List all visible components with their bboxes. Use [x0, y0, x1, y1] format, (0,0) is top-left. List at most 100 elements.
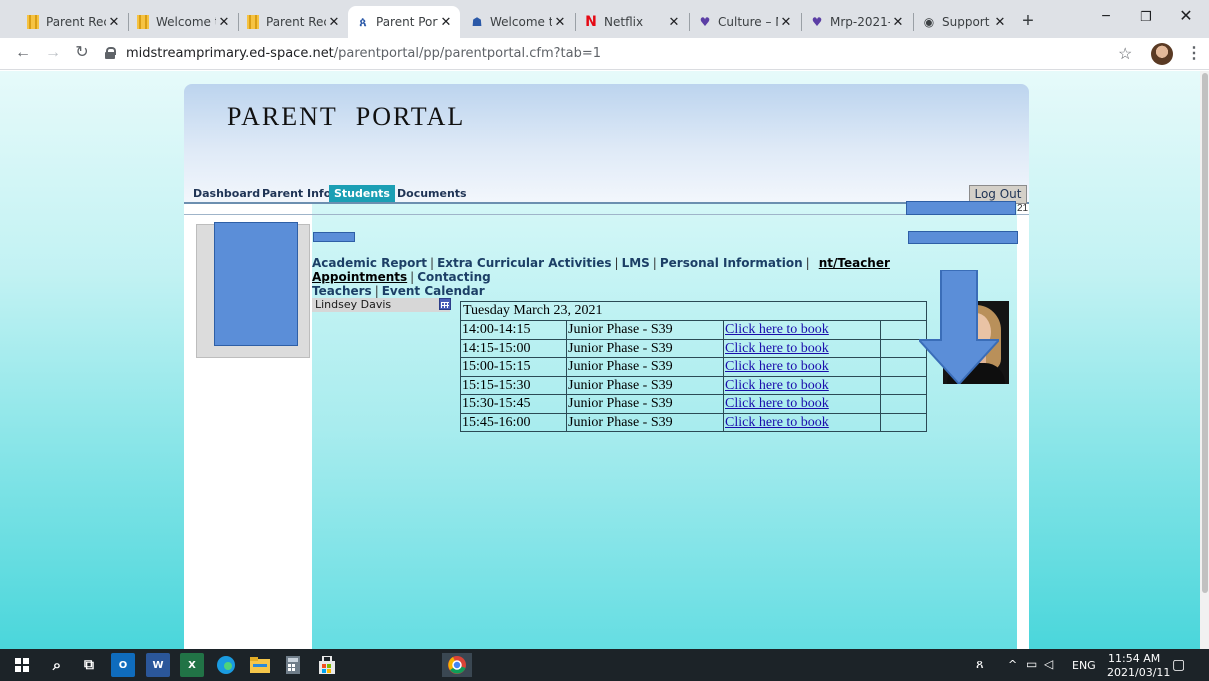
browser-tab[interactable]: ♥ Mrp-2021- ✕ — [802, 6, 912, 38]
slot-phase: Junior Phase - S39 — [567, 395, 724, 413]
calculator-icon[interactable] — [281, 653, 305, 677]
table-row: 14:00-14:15 Junior Phase - S39 Click her… — [461, 320, 926, 339]
scrollbar-thumb[interactable] — [1202, 73, 1208, 593]
close-icon[interactable]: ✕ — [778, 15, 794, 30]
heart-icon: ♥ — [811, 15, 823, 29]
windows-start-icon[interactable] — [10, 653, 34, 677]
table-row: 15:15-15:30 Junior Phase - S39 Click her… — [461, 375, 926, 394]
close-icon[interactable]: ✕ — [890, 15, 906, 30]
close-icon[interactable]: ✕ — [326, 15, 342, 30]
portal-title: PARENT PORTAL — [227, 102, 466, 131]
slot-time: 15:00-15:15 — [461, 358, 567, 376]
slot-phase: Junior Phase - S39 — [567, 339, 724, 357]
menu-kebab-icon[interactable]: ⋮ — [1186, 43, 1202, 63]
table-row: 14:15-15:00 Junior Phase - S39 Click her… — [461, 338, 926, 357]
browser-tab[interactable]: Parent Reco ✕ — [238, 6, 348, 38]
slot-time: 15:45-16:00 — [461, 413, 567, 431]
calendar-icon[interactable] — [439, 298, 451, 310]
browser-tab[interactable]: ☗ Welcome to ✕ — [462, 6, 574, 38]
browser-tab[interactable]: Welcome to ✕ — [128, 6, 238, 38]
close-icon[interactable]: ✕ — [438, 15, 454, 30]
word-icon[interactable]: W — [146, 653, 170, 677]
slot-phase: Junior Phase - S39 — [567, 376, 724, 394]
content-divider — [184, 214, 1029, 215]
bookmark-star-icon[interactable]: ☆ — [1118, 44, 1132, 64]
lock-icon — [104, 47, 116, 59]
chrome-taskbar-icon[interactable] — [442, 653, 472, 677]
link-contacting-teachers[interactable]: Contacting — [417, 270, 491, 284]
book-slot-link[interactable]: Click here to book — [725, 396, 829, 411]
close-icon[interactable]: ✕ — [552, 15, 568, 30]
minimize-icon[interactable]: − — [1088, 6, 1124, 30]
close-icon[interactable]: ✕ — [666, 15, 682, 30]
book-slot-link[interactable]: Click here to book — [725, 359, 829, 374]
slot-phase: Junior Phase - S39 — [567, 321, 724, 339]
people-icon: ጰ — [359, 14, 367, 29]
browser-tab[interactable]: Parent Reco ✕ — [18, 6, 128, 38]
annotation-down-arrow-icon — [919, 270, 999, 384]
close-icon[interactable]: ✕ — [992, 15, 1008, 30]
restore-icon[interactable]: ❐ — [1128, 6, 1164, 30]
browser-tab[interactable]: ◉ Support Re ✕ — [914, 6, 1014, 38]
forward-icon[interactable]: → — [42, 42, 64, 64]
profile-avatar[interactable] — [1151, 43, 1173, 65]
file-explorer-icon[interactable] — [248, 653, 272, 677]
browser-tab-strip: Parent Reco ✕ Welcome to ✕ Parent Reco ✕… — [0, 0, 1209, 38]
browser-tab[interactable]: N Netflix ✕ — [576, 6, 688, 38]
book-slot-link[interactable]: Click here to book — [725, 378, 829, 393]
close-icon[interactable]: ✕ — [216, 15, 232, 30]
link-contacting-teachers-cont[interactable]: Teachers — [312, 284, 372, 298]
slot-empty-cell — [881, 395, 926, 413]
edge-icon[interactable] — [214, 653, 238, 677]
tab-label: Welcome to — [490, 15, 552, 29]
link-personal-information[interactable]: Personal Information — [660, 256, 803, 270]
page-viewport: PARENT PORTAL Dashboard Parent Info Stud… — [0, 71, 1200, 649]
link-event-calendar[interactable]: Event Calendar — [382, 284, 485, 298]
excel-icon[interactable]: X — [180, 653, 204, 677]
appointment-date: Tuesday March 23, 2021 — [463, 303, 603, 318]
task-view-icon[interactable]: ⧉ — [77, 653, 101, 677]
nav-tab-documents[interactable]: Documents — [392, 185, 472, 202]
address-bar[interactable]: midstreamprimary.ed-space.net/parentport… — [104, 41, 1109, 65]
language-indicator[interactable]: ENG — [1072, 659, 1096, 672]
browser-toolbar: ← → ↻ midstreamprimary.ed-space.net/pare… — [0, 38, 1209, 70]
nav-tab-students[interactable]: Students — [329, 185, 395, 202]
clock-date[interactable]: 2021/03/11 — [1107, 666, 1170, 679]
portal-container: PARENT PORTAL Dashboard Parent Info Stud… — [184, 84, 1029, 649]
volume-icon[interactable]: ◁ — [1044, 657, 1053, 671]
reload-icon[interactable]: ↻ — [71, 42, 93, 64]
browser-tab[interactable]: ♥ Culture – M ✕ — [690, 6, 800, 38]
right-white-panel — [1017, 204, 1029, 649]
tab-label: Support Re — [942, 15, 992, 29]
browser-tab-active[interactable]: ጰ Parent Port ✕ — [348, 6, 460, 38]
tab-label: Culture – M — [718, 15, 778, 29]
people-tray-icon[interactable]: ጸ — [976, 657, 984, 672]
redacted-student-name — [906, 201, 1016, 215]
teacher-name[interactable]: Lindsey Davis — [312, 298, 450, 312]
clock-time[interactable]: 11:54 AM — [1108, 652, 1160, 665]
store-icon[interactable] — [315, 653, 339, 677]
tab-label: Welcome to — [156, 15, 216, 29]
link-lms[interactable]: LMS — [622, 256, 650, 270]
portal-nav: Dashboard Parent Info Students Documents… — [184, 182, 1029, 204]
notifications-icon[interactable]: ▢ — [1172, 657, 1185, 673]
book-slot-link[interactable]: Click here to book — [725, 341, 829, 356]
link-extra-curricular[interactable]: Extra Curricular Activities — [437, 256, 611, 270]
tray-chevron-icon[interactable]: ^ — [1008, 658, 1017, 671]
network-icon[interactable]: ▭ — [1026, 657, 1037, 671]
close-icon[interactable]: ✕ — [106, 15, 122, 30]
window-close-icon[interactable]: ✕ — [1168, 6, 1204, 30]
slot-empty-cell — [881, 414, 926, 432]
tab-label: Parent Reco — [46, 15, 106, 29]
nav-tab-dashboard[interactable]: Dashboard — [188, 185, 265, 202]
outlook-icon[interactable]: O — [111, 653, 135, 677]
redacted-student-photo — [214, 222, 298, 346]
search-icon[interactable]: ⌕ — [45, 653, 69, 677]
back-icon[interactable]: ← — [12, 42, 34, 64]
student-links: Academic Report | Extra Curricular Activit… — [312, 256, 890, 298]
book-slot-link[interactable]: Click here to book — [725, 415, 829, 430]
link-academic-report[interactable]: Academic Report — [312, 256, 427, 270]
book-slot-link[interactable]: Click here to book — [725, 322, 829, 337]
new-tab-button[interactable]: + — [1014, 8, 1042, 36]
nav-tab-parent-info[interactable]: Parent Info — [257, 185, 336, 202]
